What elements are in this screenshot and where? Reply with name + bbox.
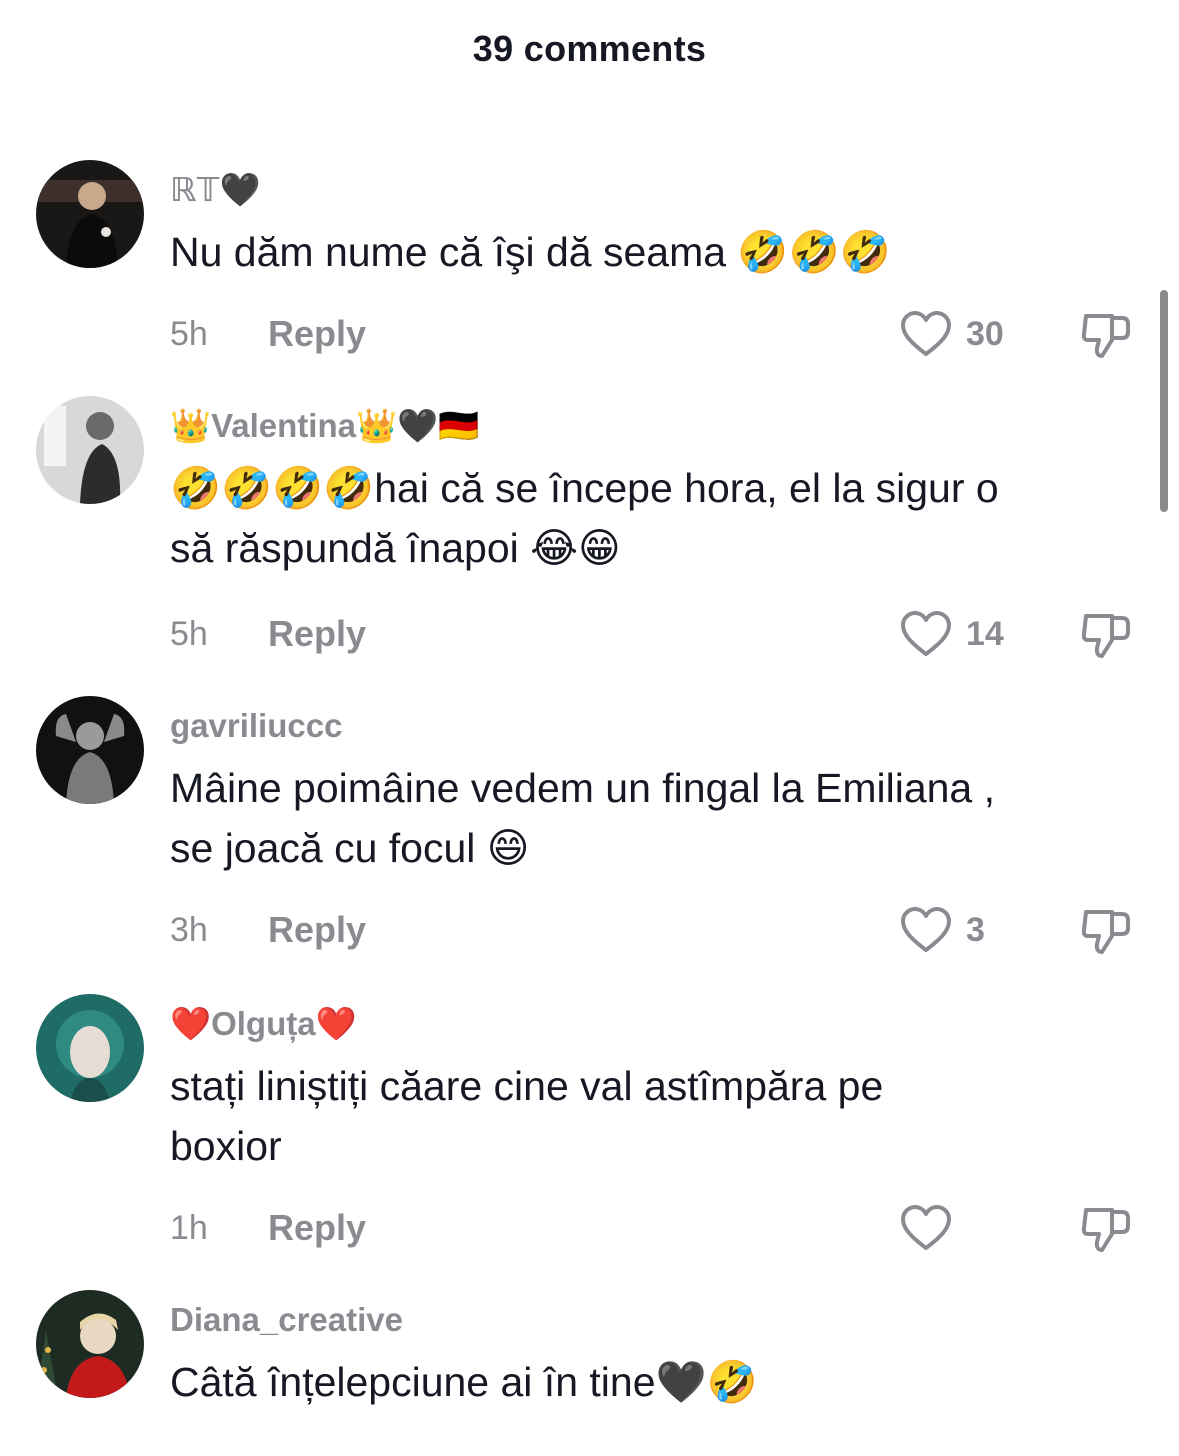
reply-button[interactable]: Reply [268, 314, 366, 354]
like-button[interactable]: 14 [900, 610, 1004, 658]
comment-text: 🤣🤣🤣🤣hai că se începe hora, el la sigur o… [170, 465, 999, 571]
like-count: 14 [966, 614, 1004, 653]
dislike-button[interactable] [1078, 306, 1134, 367]
comment-username[interactable]: Diana_creative [170, 1298, 403, 1342]
avatar[interactable] [36, 396, 144, 504]
heart-icon [901, 907, 951, 952]
comment-username[interactable]: ❤️Olguța❤️ [170, 1002, 357, 1046]
comment-time: 5h [170, 315, 208, 353]
comment-time: 5h [170, 615, 208, 653]
avatar[interactable] [36, 696, 144, 804]
dislike-button[interactable] [1078, 606, 1134, 667]
reply-button[interactable]: Reply [268, 1208, 366, 1248]
thumbs-down-icon [1081, 1208, 1130, 1252]
like-count: 30 [966, 314, 1004, 353]
comment-text: stați liniștiți căare cine val astîmpăra… [170, 1063, 884, 1169]
comment-username[interactable]: gavriliuccc [170, 704, 342, 748]
heart-icon [901, 1205, 951, 1250]
thumbs-down-icon [1081, 614, 1130, 658]
dislike-button[interactable] [1078, 1200, 1134, 1261]
heart-icon [901, 311, 951, 356]
comment-text: Nu dăm nume că îşi dă seama 🤣🤣🤣 [170, 229, 891, 275]
scrollbar[interactable] [1160, 290, 1168, 512]
thumbs-down-icon [1081, 314, 1130, 358]
like-button[interactable]: 3 [900, 906, 985, 954]
reply-button[interactable]: Reply [268, 910, 366, 950]
like-count: 3 [966, 910, 985, 949]
avatar[interactable] [36, 1290, 144, 1398]
avatar[interactable] [36, 160, 144, 268]
like-button[interactable] [900, 1204, 966, 1252]
comment-username[interactable]: 👑Valentina👑🖤🇩🇪 [170, 404, 479, 448]
comment-username[interactable]: ℝ𝕋🖤 [170, 168, 261, 212]
comments-count-title: 39 comments [472, 28, 707, 69]
comment-text: Câtă înțelepciune ai în tine🖤🤣 [170, 1359, 758, 1405]
comments-header: 39 comments [0, 0, 1179, 100]
reply-button[interactable]: Reply [268, 614, 366, 654]
comment-time: 3h [170, 911, 208, 949]
heart-icon [901, 611, 951, 656]
dislike-button[interactable] [1078, 902, 1134, 963]
thumbs-down-icon [1081, 910, 1130, 954]
comment-text: Mâine poimâine vedem un fingal la Emilia… [170, 765, 996, 871]
comment-time: 1h [170, 1209, 208, 1247]
avatar[interactable] [36, 994, 144, 1102]
like-button[interactable]: 30 [900, 310, 1004, 358]
